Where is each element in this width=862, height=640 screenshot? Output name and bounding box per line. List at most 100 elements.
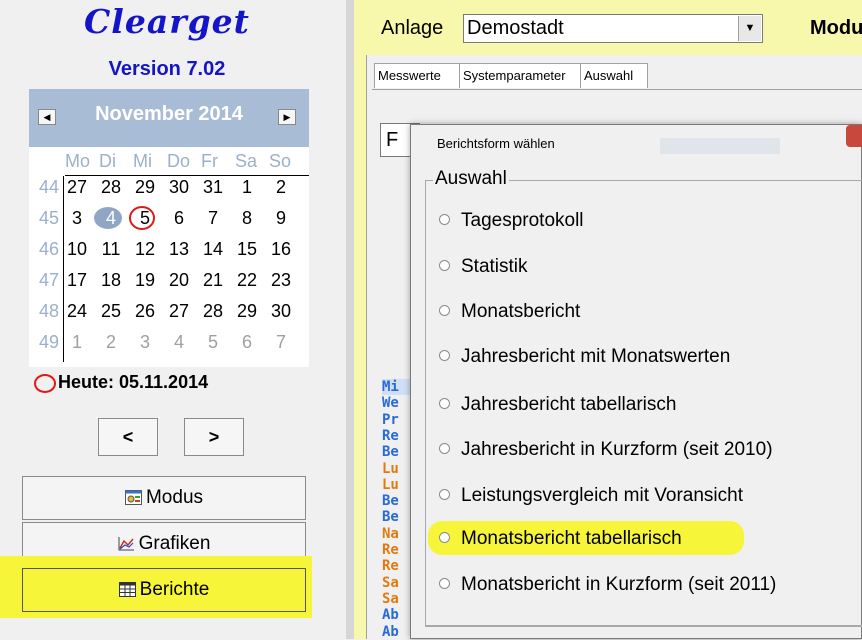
calendar-day[interactable]: 2 [95,332,127,353]
tab-messwerte[interactable]: Messwerte [374,63,462,88]
calendar-day[interactable]: 7 [197,208,229,229]
calendar-day[interactable]: 8 [231,208,263,229]
report-option[interactable]: Jahresbericht in Kurzform (seit 2010) [439,439,773,461]
calendar-day[interactable]: 2 [265,177,297,198]
modus-button[interactable]: Modus [22,476,306,520]
next-day-button[interactable]: > [184,418,244,456]
calendar-day[interactable]: 1 [231,177,263,198]
report-option[interactable]: Monatsbericht in Kurzform (seit 2011) [439,574,776,596]
calendar-day[interactable]: 18 [95,270,127,291]
list-item[interactable]: Re [382,428,399,444]
report-option[interactable]: Statistik [439,256,528,278]
calendar-day[interactable]: 31 [197,177,229,198]
calendar-day[interactable]: 17 [61,270,93,291]
report-option[interactable]: Leistungsvergleich mit Voransicht [439,485,743,507]
calendar-grid: Mo Di Mi Do Fr Sa So 44 27 28 29 30 31 1 2 45 3 4 5 6 7 8 9 46… [29,147,309,367]
calendar-day[interactable]: 29 [231,301,263,322]
calendar-day[interactable]: 28 [95,177,127,198]
calendar-day[interactable]: 27 [61,177,93,198]
calendar-day[interactable]: 10 [61,239,93,260]
calendar-day[interactable]: 29 [129,177,161,198]
calendar-day-number: 20 [168,270,190,290]
tab-systemparameter[interactable]: Systemparameter [459,63,584,88]
today-label[interactable]: Heute: 05.11.2014 [58,372,208,393]
mode-label: Modu [810,17,862,39]
list-item[interactable]: Re [382,558,399,574]
group-label: Auswahl [433,168,509,190]
calendar-day[interactable]: 7 [265,332,297,353]
calendar-day[interactable]: 16 [265,239,297,260]
calendar-day[interactable]: 27 [163,301,195,322]
list-item[interactable]: Lu [382,477,399,493]
report-option[interactable]: Tagesprotokoll [439,210,584,232]
tab-auswahl[interactable]: Auswahl [580,63,648,88]
prev-day-button[interactable]: < [98,418,158,456]
settings-window-icon [124,490,142,505]
radio-button-icon[interactable] [439,443,450,454]
calendar-day[interactable]: 15 [231,239,263,260]
list-item[interactable]: Re [382,542,399,558]
calendar-day[interactable]: 4 [163,332,195,353]
calendar-day-number: 12 [134,239,156,259]
calendar-day[interactable]: 28 [197,301,229,322]
calendar-day[interactable]: 4 [94,207,127,229]
calendar-day[interactable]: 30 [265,301,297,322]
radio-button-icon[interactable] [439,489,450,500]
radio-button-icon[interactable] [439,350,450,361]
calendar-next-month-button[interactable]: ▶ [278,109,296,125]
calendar-day[interactable]: 14 [197,239,229,260]
calendar-day[interactable]: 19 [129,270,161,291]
list-item[interactable]: We [382,395,399,411]
radio-button-icon[interactable] [439,532,450,543]
calendar-day[interactable]: 6 [231,332,263,353]
list-item[interactable]: Lu [382,461,399,477]
calendar-day[interactable]: 1 [61,332,93,353]
report-option[interactable]: Monatsbericht tabellarisch [439,528,682,550]
list-item[interactable]: Be [382,509,399,525]
list-item[interactable]: Pr [382,412,399,428]
radio-button-icon[interactable] [439,398,450,409]
report-option[interactable]: Jahresbericht mit Monatswerten [439,346,730,368]
calendar-day[interactable]: 21 [197,270,229,291]
calendar-day[interactable]: 6 [163,208,195,229]
calendar-day[interactable]: 9 [265,208,297,229]
berichte-button[interactable]: Berichte [22,568,306,612]
calendar-day[interactable]: 26 [129,301,161,322]
list-item[interactable]: Sa [382,591,399,607]
close-icon[interactable] [846,125,862,147]
list-item[interactable]: Be [382,493,399,509]
calendar-day[interactable]: 24 [61,301,93,322]
calendar-day[interactable]: 25 [95,301,127,322]
radio-button-icon[interactable] [439,214,450,225]
anlage-select[interactable]: Demostadt ▼ [463,14,763,43]
calendar-day[interactable]: 13 [163,239,195,260]
chevron-down-icon[interactable]: ▼ [738,16,761,41]
report-option[interactable]: Jahresbericht tabellarisch [439,394,676,416]
today-circle-mark [34,374,56,393]
report-option[interactable]: Monatsbericht [439,301,580,323]
calendar-day[interactable]: 3 [129,332,161,353]
list-item[interactable]: Ab [382,607,399,623]
list-item[interactable]: Na [382,526,399,542]
radio-button-icon[interactable] [439,305,450,316]
list-item[interactable]: Ab [382,624,399,640]
list-item[interactable]: Sa [382,575,399,591]
calendar-day[interactable]: 23 [265,270,297,291]
calendar-day[interactable]: 20 [163,270,195,291]
list-item[interactable]: Mi [382,379,410,395]
calendar-day[interactable]: 30 [163,177,195,198]
radio-button-icon[interactable] [439,578,450,589]
calendar-day-number: 1 [71,332,82,352]
splitter[interactable] [346,0,354,639]
calendar-day[interactable]: 5 [197,332,229,353]
calendar-day-number: 23 [270,270,292,290]
dialog-bottom-edge [425,626,862,640]
calendar-day[interactable]: 3 [61,208,93,229]
list-item[interactable]: Be [382,444,399,460]
calendar-day[interactable]: 22 [231,270,263,291]
calendar-day[interactable]: 5 [129,206,161,230]
radio-button-icon[interactable] [439,260,450,271]
calendar-day[interactable]: 11 [95,239,127,260]
calendar-day[interactable]: 12 [129,239,161,260]
anlage-select-value: Demostadt [467,17,564,39]
